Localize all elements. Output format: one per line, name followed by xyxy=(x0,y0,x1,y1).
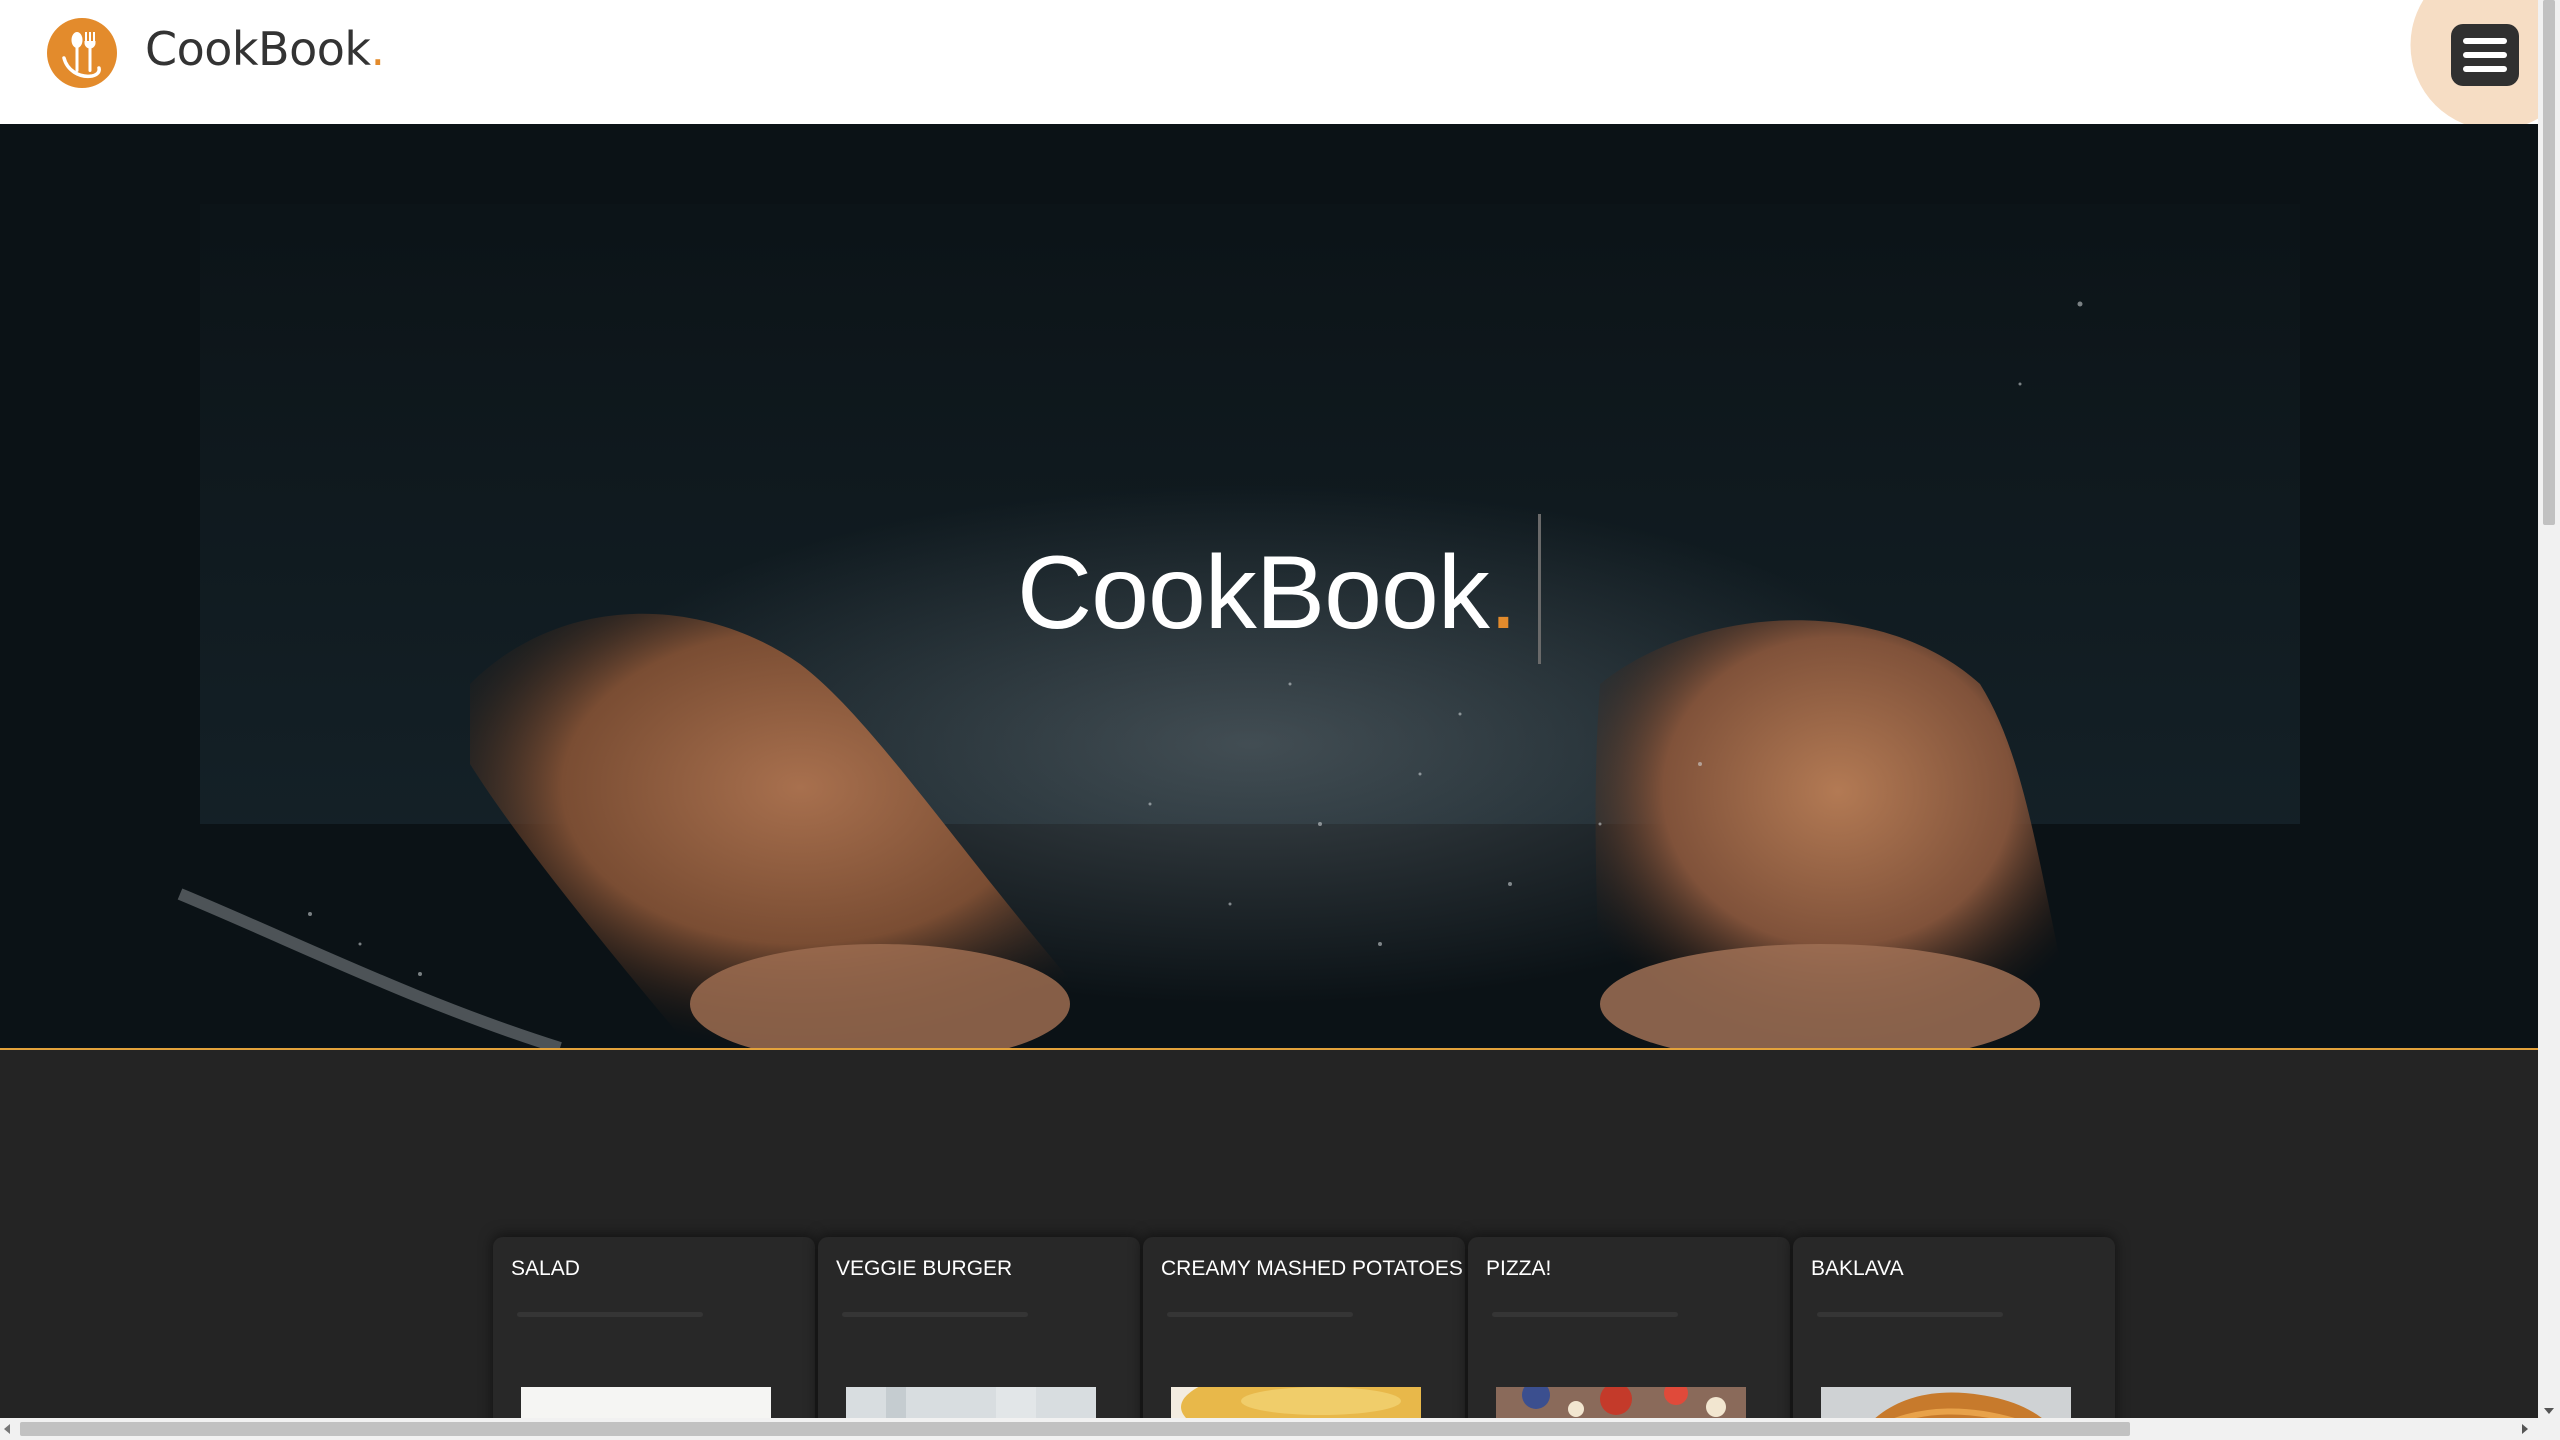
scroll-down-arrow-icon[interactable] xyxy=(2544,1408,2554,1414)
vertical-scrollbar[interactable] xyxy=(2538,0,2560,1418)
recipe-card-veggie-burger[interactable]: VEGGIE BURGER xyxy=(818,1237,1140,1418)
card-title: PIZZA! xyxy=(1486,1257,1552,1280)
scroll-right-arrow-icon[interactable] xyxy=(2522,1424,2528,1434)
hero-title-text: CookBook xyxy=(1017,535,1490,651)
fork-spoon-icon[interactable] xyxy=(47,18,117,88)
card-divider xyxy=(517,1312,703,1317)
hero-section: CookBook. xyxy=(0,124,2538,1050)
baklava-image[interactable] xyxy=(1821,1387,2071,1418)
recipe-card-baklava[interactable]: BAKLAVA xyxy=(1793,1237,2115,1418)
logo-text[interactable]: CookBook. xyxy=(145,22,385,76)
card-divider xyxy=(1492,1312,1678,1317)
typing-caret xyxy=(1538,514,1541,664)
card-divider xyxy=(1167,1312,1353,1317)
pizza-image[interactable] xyxy=(1496,1387,1746,1418)
hero-title: CookBook. xyxy=(1017,534,1518,653)
logo-accent-dot: . xyxy=(370,22,386,76)
horizontal-scrollbar[interactable] xyxy=(0,1418,2560,1440)
page: CookBook. CookBook. SALAD VEGGIE BURGER … xyxy=(0,0,2538,1418)
card-divider xyxy=(1817,1312,2003,1317)
card-title: VEGGIE BURGER xyxy=(836,1257,1013,1280)
mashed-potatoes-image[interactable] xyxy=(1171,1387,1421,1418)
veggie-burger-image[interactable] xyxy=(846,1387,1096,1418)
card-title: CREAMY MASHED POTATOES xyxy=(1161,1257,1463,1280)
menu-bar-top xyxy=(2463,38,2507,44)
menu-bar-bottom xyxy=(2463,66,2507,72)
recipe-card-pizza[interactable]: PIZZA! xyxy=(1468,1237,1790,1418)
recipe-card-creamy-mashed-potatoes[interactable]: CREAMY MASHED POTATOES xyxy=(1143,1237,1465,1418)
vertical-scrollbar-thumb[interactable] xyxy=(2543,0,2555,525)
card-divider xyxy=(842,1312,1028,1317)
recipe-cards-section: SALAD VEGGIE BURGER CREAMY MASHED POTATO… xyxy=(0,1050,2538,1418)
menu-bar-middle xyxy=(2463,52,2507,58)
card-title: SALAD xyxy=(511,1257,580,1280)
card-title: BAKLAVA xyxy=(1811,1257,1904,1280)
hero-accent-dot: . xyxy=(1488,535,1518,651)
hamburger-menu-icon[interactable] xyxy=(2451,24,2519,86)
scroll-left-arrow-icon[interactable] xyxy=(4,1424,10,1434)
salad-image[interactable] xyxy=(521,1387,771,1418)
horizontal-scrollbar-thumb[interactable] xyxy=(20,1422,2130,1436)
recipe-card-salad[interactable]: SALAD xyxy=(493,1237,815,1418)
site-header: CookBook. xyxy=(0,0,2538,124)
logo-wordmark: CookBook xyxy=(145,22,371,76)
